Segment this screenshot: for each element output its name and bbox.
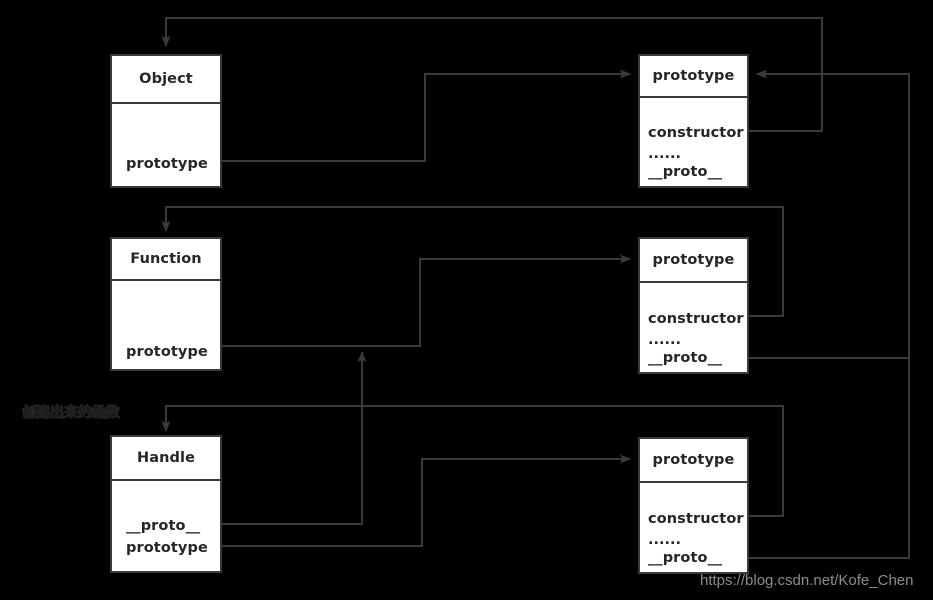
field-handle-prototype: prototype bbox=[126, 540, 208, 556]
node-function-title: Function bbox=[112, 239, 220, 281]
field-handle-prototype-dots: ...... bbox=[648, 532, 682, 548]
node-function-body: prototype bbox=[112, 281, 220, 369]
field-object-prototype-proto: __proto__ bbox=[648, 164, 723, 180]
node-handle[interactable]: Handle __proto__ prototype bbox=[110, 435, 222, 573]
edge-handle-prototype bbox=[222, 454, 631, 547]
edge-function-prototype bbox=[222, 254, 631, 347]
field-function-prototype: prototype bbox=[126, 344, 208, 360]
node-object[interactable]: Object prototype bbox=[110, 54, 222, 188]
watermark: https://blog.csdn.net/Kofe_Chen bbox=[700, 572, 914, 589]
node-handle-title: Handle bbox=[112, 437, 220, 481]
diagram-canvas: Object prototype prototype constructor .… bbox=[0, 0, 933, 600]
node-handle-prototype[interactable]: prototype constructor ...... __proto__ bbox=[638, 437, 749, 574]
field-handle-proto: __proto__ bbox=[126, 518, 201, 534]
field-handle-prototype-constructor: constructor bbox=[648, 511, 744, 527]
field-object-prototype-dots: ...... bbox=[648, 146, 682, 162]
edge-object-prototype bbox=[222, 69, 631, 162]
node-object-prototype[interactable]: prototype constructor ...... __proto__ bbox=[638, 54, 749, 188]
field-object-prototype-constructor: constructor bbox=[648, 125, 744, 141]
node-handle-prototype-body: constructor ...... __proto__ bbox=[640, 483, 747, 572]
node-function-prototype-body: constructor ...... __proto__ bbox=[640, 283, 747, 372]
node-object-prototype-title: prototype bbox=[640, 56, 747, 98]
node-function[interactable]: Function prototype bbox=[110, 237, 222, 371]
field-function-prototype-constructor: constructor bbox=[648, 311, 744, 327]
edge-right-rail-to-object-prototype bbox=[756, 69, 910, 358]
edge-handle-proto-to-function-prototype bbox=[222, 351, 367, 525]
field-function-prototype-proto: __proto__ bbox=[648, 350, 723, 366]
field-function-prototype-dots: ...... bbox=[648, 332, 682, 348]
edge-object-proto-proto bbox=[749, 140, 787, 173]
edge-handle-proto-proto bbox=[749, 358, 910, 559]
node-handle-prototype-title: prototype bbox=[640, 439, 747, 483]
field-handle-prototype-proto: __proto__ bbox=[648, 550, 723, 566]
caption-created-function: 创建出来的函数 bbox=[22, 405, 120, 421]
node-object-prototype-body: constructor ...... __proto__ bbox=[640, 98, 747, 186]
node-handle-body: __proto__ prototype bbox=[112, 481, 220, 571]
node-object-title: Object bbox=[112, 56, 220, 104]
node-object-body: prototype bbox=[112, 104, 220, 186]
node-function-prototype-title: prototype bbox=[640, 239, 747, 283]
node-function-prototype[interactable]: prototype constructor ...... __proto__ bbox=[638, 237, 749, 374]
field-object-prototype: prototype bbox=[126, 156, 208, 172]
